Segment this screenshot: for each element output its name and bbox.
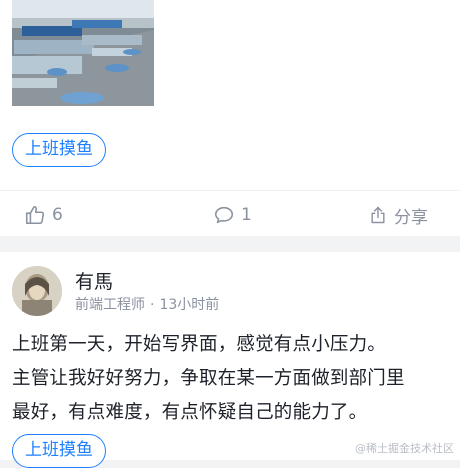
share-label: 分享 [394, 207, 428, 228]
like-count: 6 [52, 205, 63, 225]
post-line: 最好，有点难度，有点怀疑自己的能力了。 [12, 402, 368, 423]
post-content[interactable]: 上班第一天，开始写界面，感觉有点小压力。 主管让我好好努力，争取在某一方面做到部… [12, 328, 442, 430]
post-image[interactable] [12, 0, 154, 106]
post-line: 主管让我好好努力，争取在某一方面做到部门里 [12, 368, 405, 389]
comment-icon [213, 204, 235, 226]
author-name[interactable]: 有馬 [75, 267, 113, 294]
avatar[interactable] [12, 266, 62, 316]
share-button[interactable]: 分享 [368, 191, 428, 239]
separator: · [150, 297, 155, 313]
post-card: 有馬 前端工程师 · 13小时前 上班第一天，开始写界面，感觉有点小压力。 主管让我… [0, 252, 460, 468]
post-card: 上班摸鱼 6 1 分享 [0, 0, 460, 236]
like-button[interactable]: 6 [24, 191, 63, 239]
topic-tag[interactable]: 上班摸鱼 [12, 434, 106, 468]
share-icon [368, 205, 388, 225]
action-bar: 6 1 分享 [0, 190, 460, 239]
topic-tag[interactable]: 上班摸鱼 [12, 133, 106, 167]
post-line: 上班第一天，开始写界面，感觉有点小压力。 [12, 334, 387, 355]
watermark: @稀土掘金技术社区 [355, 442, 454, 455]
author-meta: 前端工程师 · 13小时前 [75, 294, 219, 314]
comment-count: 1 [241, 205, 252, 225]
post-time: 13小时前 [159, 297, 220, 313]
comment-button[interactable]: 1 [213, 191, 252, 239]
author-title: 前端工程师 [75, 297, 145, 313]
thumbs-up-icon [24, 204, 46, 226]
